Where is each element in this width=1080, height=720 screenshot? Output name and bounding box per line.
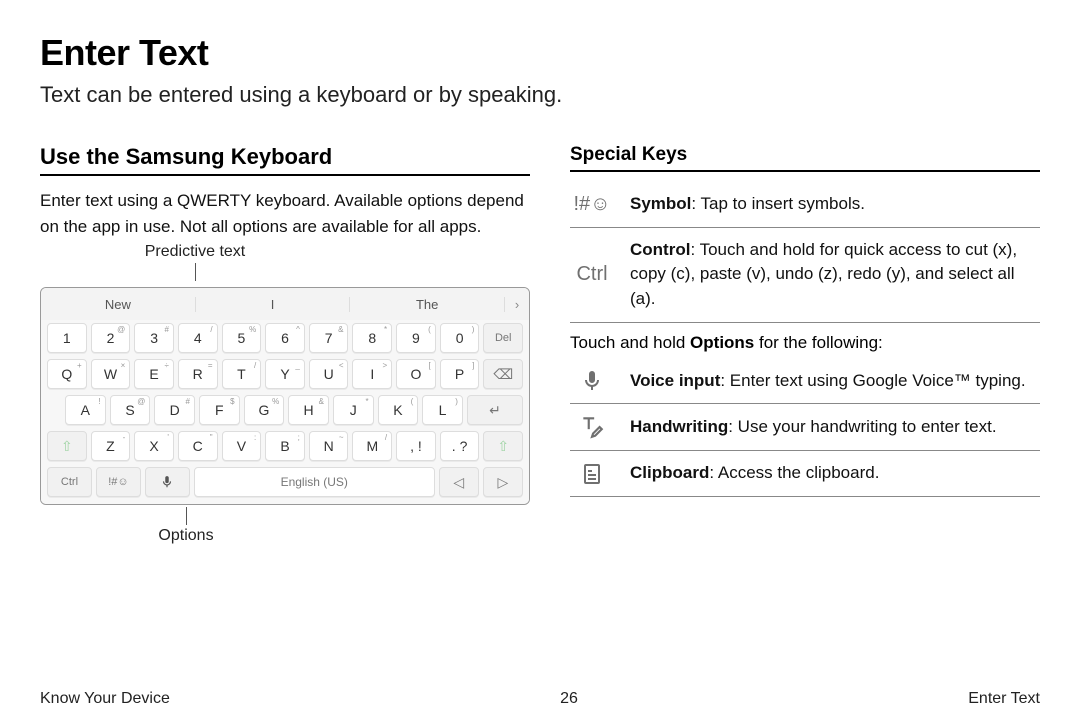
key: L) [422,395,463,425]
left-arrow-key: ◁ [439,467,479,497]
key: 7& [309,323,349,353]
left-body: Enter text using a QWERTY keyboard. Avai… [40,188,530,239]
shift-key: ⇧ [483,431,523,461]
clipboard-icon [570,462,614,486]
control-row: Ctrl Control: Touch and hold for quick a… [570,228,1040,323]
key: 3# [134,323,174,353]
prediction-more: › [505,297,529,312]
control-text: Control: Touch and hold for quick access… [630,238,1040,312]
key: 1 [47,323,87,353]
prediction-item: New [41,297,196,312]
key: J* [333,395,374,425]
handwriting-icon [570,414,614,440]
key: X' [134,431,174,461]
callout-line [195,263,196,281]
predictive-text-callout: Predictive text [135,243,255,261]
handwriting-row: Handwriting: Use your handwriting to ent… [570,404,1040,451]
clipboard-row: Clipboard: Access the clipboard. [570,451,1040,497]
key: Y_ [265,359,305,389]
key: F$ [199,395,240,425]
options-intro: Touch and hold Options for the following… [570,323,1040,359]
right-column: Special Keys !#☺ Symbol: Tap to insert s… [570,144,1040,505]
mic-key [145,467,190,497]
special-keys-heading: Special Keys [570,144,1040,172]
footer-left: Know Your Device [40,690,170,708]
del-key: Del [483,323,523,353]
key: 9( [396,323,436,353]
key: G% [244,395,285,425]
key: 4/ [178,323,218,353]
footer-right: Enter Text [968,690,1040,708]
key: N~ [309,431,349,461]
page-title: Enter Text [40,32,1040,74]
key: U< [309,359,349,389]
ctrl-key: Ctrl [47,467,92,497]
left-heading: Use the Samsung Keyboard [40,144,530,176]
enter-key: ↵ [467,395,523,425]
key: 0) [440,323,480,353]
key: , ! [396,431,436,461]
key: S@ [110,395,151,425]
key: 5% [222,323,262,353]
key: Q+ [47,359,87,389]
key: C" [178,431,218,461]
key: A! [65,395,106,425]
key: Z- [91,431,131,461]
key: E÷ [134,359,174,389]
prediction-item: The [350,297,505,312]
key: B; [265,431,305,461]
options-callout: Options [146,527,226,545]
prediction-item: I [196,297,351,312]
key: 6^ [265,323,305,353]
key: T/ [222,359,262,389]
voice-input-row: Voice input: Enter text using Google Voi… [570,359,1040,405]
callout-line [186,507,187,525]
key: I> [352,359,392,389]
key: D# [154,395,195,425]
page-subtitle: Text can be entered using a keyboard or … [40,82,1040,108]
key: . ? [440,431,480,461]
symbol-key: !#☺ [96,467,141,497]
symbol-icon: !#☺ [570,193,614,216]
voice-input-text: Voice input: Enter text using Google Voi… [630,369,1026,394]
symbol-row: !#☺ Symbol: Tap to insert symbols. [570,182,1040,228]
ctrl-icon: Ctrl [570,263,614,286]
mic-icon [570,369,614,393]
handwriting-text: Handwriting: Use your handwriting to ent… [630,415,997,440]
keyboard-illustration: New I The › 12@3#4/5%6^7&8*9(0)Del Q+W×E… [40,287,530,505]
key: P] [440,359,480,389]
key: K( [378,395,419,425]
shift-key: ⇧ [47,431,87,461]
key: M/ [352,431,392,461]
key: W× [91,359,131,389]
page-footer: Know Your Device 26 Enter Text [40,690,1040,708]
clipboard-text: Clipboard: Access the clipboard. [630,461,879,486]
prediction-row: New I The › [41,288,529,320]
left-column: Use the Samsung Keyboard Enter text usin… [40,144,530,505]
key: H& [288,395,329,425]
right-arrow-key: ▷ [483,467,523,497]
key: V: [222,431,262,461]
space-key: English (US) [194,467,435,497]
key: O[ [396,359,436,389]
keyboard-bottom-row: Ctrl !#☺ English (US) ◁ ▷ [41,464,529,500]
key: 2@ [91,323,131,353]
key: 8* [352,323,392,353]
symbol-text: Symbol: Tap to insert symbols. [630,192,865,217]
key: R= [178,359,218,389]
footer-page-number: 26 [560,690,578,708]
backspace-key: ⌫ [483,359,523,389]
